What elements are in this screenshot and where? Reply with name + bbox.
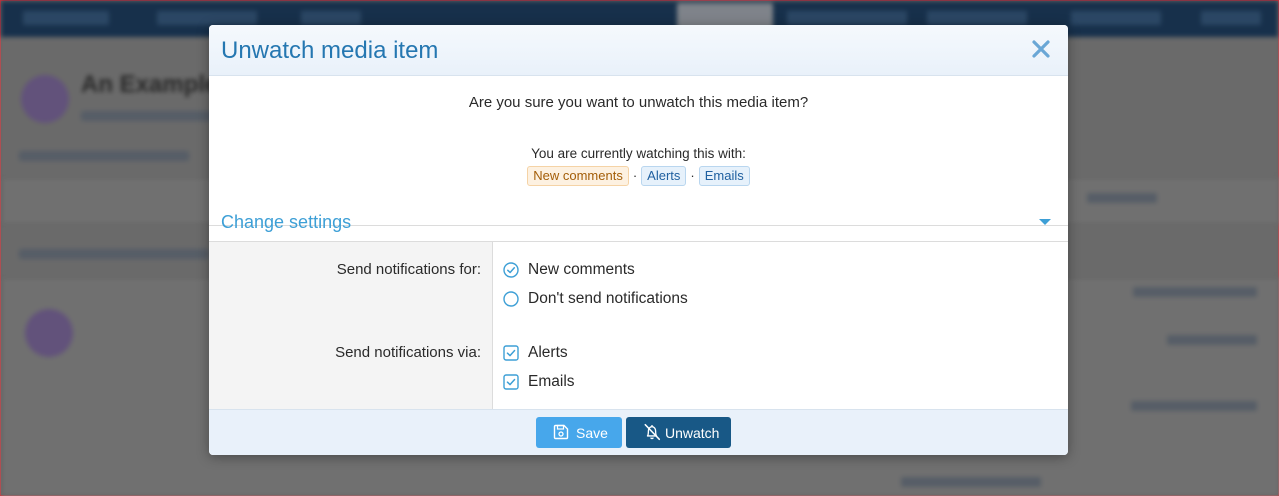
watching-text: You are currently watching this with: <box>531 146 746 161</box>
checkbox-label: Emails <box>528 373 575 390</box>
change-settings-label: Change settings <box>221 212 352 232</box>
checkbox-checked-icon[interactable] <box>503 345 519 361</box>
chevron-down-icon <box>1039 219 1051 225</box>
close-button[interactable] <box>1030 38 1052 60</box>
save-button-label: Save <box>576 425 608 441</box>
radio-checked-icon[interactable] <box>503 262 519 278</box>
settings-form: Send notifications for: Send notificatio… <box>209 242 1068 409</box>
change-settings-toggle[interactable]: Change settings <box>209 202 1068 242</box>
checkbox-label: Alerts <box>528 344 568 361</box>
radio-label: Don't send notifications <box>528 290 688 307</box>
dialog-footer: Save Unwatch <box>209 409 1068 455</box>
dialog-title: Unwatch media item <box>221 37 439 64</box>
unwatch-button[interactable]: Unwatch <box>626 417 731 448</box>
close-icon <box>1032 40 1050 58</box>
unwatch-button-label: Unwatch <box>665 425 720 441</box>
tag-separator: · <box>690 168 695 183</box>
radio-label: New comments <box>528 261 635 278</box>
tag-emails: Emails <box>698 166 750 186</box>
notify-via-label: Send notifications via: <box>335 344 481 361</box>
watching-tags: New comments · Alerts · Emails <box>209 166 1068 186</box>
save-icon <box>553 424 569 440</box>
checkbox-checked-icon[interactable] <box>503 374 519 390</box>
save-button[interactable]: Save <box>536 417 622 448</box>
bell-slash-icon <box>644 423 661 441</box>
tag-alerts: Alerts <box>641 166 687 186</box>
radio-unchecked-icon[interactable] <box>503 291 519 307</box>
notify-for-label: Send notifications for: <box>336 261 481 278</box>
form-label-column: Send notifications for: Send notificatio… <box>209 242 493 409</box>
tag-separator: · <box>632 168 638 183</box>
tag-new-comments: New comments <box>527 166 629 186</box>
unwatch-dialog: Unwatch media item Are you sure you want… <box>209 25 1068 455</box>
dialog-header: Unwatch media item <box>209 25 1068 76</box>
confirm-question: Are you sure you want to unwatch this me… <box>468 94 809 111</box>
